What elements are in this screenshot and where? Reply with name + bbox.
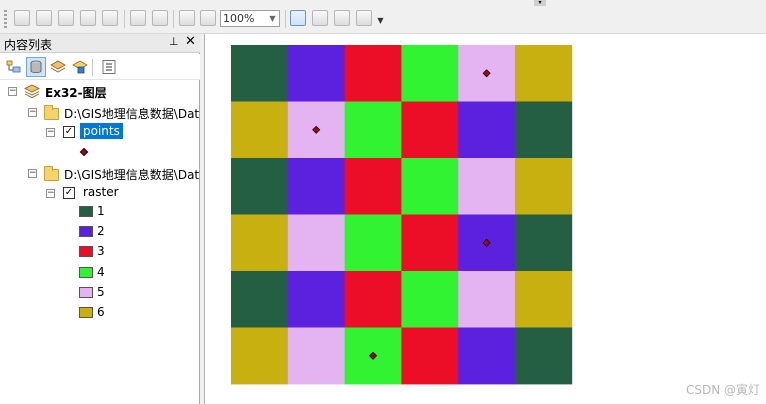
collapse-toggle-root[interactable]: − xyxy=(8,87,17,96)
collapse-toggle-points[interactable]: − xyxy=(46,128,55,137)
raster-cell-4-4 xyxy=(458,271,516,328)
zoom-percent-value: 100% xyxy=(223,12,255,25)
list-by-source-icon[interactable] xyxy=(26,57,46,77)
raster-cell-5-3 xyxy=(401,327,459,385)
toolbar-scroll-arrow[interactable]: ▾ xyxy=(534,0,546,6)
folder-icon xyxy=(44,105,59,120)
raster-cell-2-2 xyxy=(344,158,402,215)
forward-extent-icon[interactable] xyxy=(198,8,218,28)
raster-visibility-checkbox[interactable]: ✓ xyxy=(63,187,75,199)
raster-cell-0-5 xyxy=(515,45,573,102)
collapse-toggle-folder-1[interactable]: − xyxy=(28,108,37,117)
layer-points-label[interactable]: points xyxy=(80,123,123,139)
raster-cell-2-3 xyxy=(401,158,459,215)
fixed-zoom-out-icon[interactable] xyxy=(150,8,170,28)
map-view[interactable]: CSDN @寅灯 xyxy=(204,34,766,404)
raster-cell-0-0 xyxy=(231,45,289,102)
data-frame-label[interactable]: Ex32-图层 xyxy=(45,84,107,101)
pan-icon[interactable] xyxy=(56,8,76,28)
chevron-down-icon[interactable]: ▼ xyxy=(266,11,279,26)
raster-cell-1-0 xyxy=(231,101,289,159)
raster-cell-4-2 xyxy=(344,271,402,328)
legend-value-3: 3 xyxy=(97,244,105,259)
fixed-zoom-in-icon[interactable] xyxy=(128,8,148,28)
focus-data-frame-icon[interactable] xyxy=(310,8,330,28)
legend-swatch-1[interactable] xyxy=(79,206,93,217)
raster-cell-3-3 xyxy=(401,214,459,272)
close-icon[interactable]: ✕ xyxy=(185,34,196,49)
raster-cell-0-1 xyxy=(287,45,345,102)
raster-cell-0-3 xyxy=(401,45,459,102)
list-by-selection-icon[interactable] xyxy=(70,57,90,77)
raster-cell-2-4 xyxy=(458,158,516,215)
pin-icon[interactable]: ⊥ xyxy=(169,35,179,48)
legend-value-6: 6 xyxy=(97,305,105,319)
raster-cell-5-0 xyxy=(231,327,289,385)
options-icon[interactable] xyxy=(99,57,119,77)
layers-icon xyxy=(24,84,40,98)
raster-cell-2-5 xyxy=(515,158,573,215)
toolbar-separator xyxy=(173,10,174,28)
legend-value-4: 4 xyxy=(97,264,105,279)
legend-value-1: 1 xyxy=(97,204,105,218)
fixed-zoom-icon[interactable] xyxy=(100,8,120,28)
raster-cell-2-1 xyxy=(287,158,345,215)
collapse-toggle-raster[interactable]: − xyxy=(46,189,55,198)
legend-value-2: 2 xyxy=(97,224,105,239)
back-extent-icon[interactable] xyxy=(177,8,197,28)
raster-cell-1-2 xyxy=(344,101,402,159)
toc-toolbar-separator xyxy=(92,59,93,76)
raster-cell-1-5 xyxy=(515,101,573,159)
watermark: CSDN @寅灯 xyxy=(685,383,760,397)
data-driven-pages-icon[interactable] xyxy=(354,8,374,28)
toc-header: 内容列表 ⊥ ✕ xyxy=(0,34,200,53)
full-extent-icon[interactable] xyxy=(78,8,98,28)
raster-cell-1-3 xyxy=(401,101,459,159)
collapse-toggle-folder-2[interactable]: − xyxy=(28,169,37,178)
list-by-drawing-order-icon[interactable] xyxy=(4,57,24,77)
raster-cell-5-1 xyxy=(287,327,345,385)
raster-cell-2-0 xyxy=(231,158,289,215)
points-visibility-checkbox[interactable]: ✓ xyxy=(63,126,75,138)
legend-swatch-2[interactable] xyxy=(79,226,93,238)
toggle-draft-mode-icon[interactable] xyxy=(288,8,308,28)
raster-cell-3-0 xyxy=(231,214,289,272)
toc-title: 内容列表 xyxy=(4,38,53,52)
toolbar-separator xyxy=(285,10,286,28)
raster-map xyxy=(231,45,573,385)
list-by-visibility-icon[interactable] xyxy=(48,57,68,77)
toc-toolbar xyxy=(0,54,200,80)
source-folder-1-label[interactable]: D:\GIS地理信息数据\Dat xyxy=(64,105,199,122)
raster-cell-3-5 xyxy=(515,214,573,272)
raster-cell-4-3 xyxy=(401,271,459,328)
raster-cell-3-1 xyxy=(287,214,345,272)
raster-cell-1-4 xyxy=(458,101,516,159)
raster-cell-4-5 xyxy=(515,271,573,328)
layout-toolbar: ▾ 100% ▼ ▼ xyxy=(0,0,766,34)
legend-swatch-6[interactable] xyxy=(79,307,93,318)
point-symbol-icon xyxy=(79,147,89,157)
legend-swatch-3[interactable] xyxy=(79,246,93,258)
raster-cell-4-0 xyxy=(231,271,289,328)
source-folder-2-label[interactable]: D:\GIS地理信息数据\Dat xyxy=(64,166,199,183)
raster-cell-5-4 xyxy=(458,327,516,385)
toolbar-grip[interactable] xyxy=(4,10,7,28)
legend-value-5: 5 xyxy=(97,284,105,299)
zoom-in-fixed-icon[interactable] xyxy=(12,8,32,28)
raster-cell-4-1 xyxy=(287,271,345,328)
raster-cell-5-5 xyxy=(515,327,573,385)
zoom-out-fixed-icon[interactable] xyxy=(34,8,54,28)
change-layout-icon[interactable] xyxy=(332,8,352,28)
raster-cell-3-2 xyxy=(344,214,402,272)
folder-icon xyxy=(44,166,59,181)
raster-cell-0-2 xyxy=(344,45,402,102)
table-of-contents-panel: 内容列表 ⊥ ✕ − Ex32-图层 − D:\GIS地理信息数据\Dat − … xyxy=(0,34,200,404)
legend-swatch-4[interactable] xyxy=(79,266,93,278)
toolbar-overflow-icon[interactable]: ▼ xyxy=(376,16,385,30)
layer-raster-label[interactable]: raster xyxy=(83,185,119,199)
legend-swatch-5[interactable] xyxy=(79,286,93,298)
toolbar-separator xyxy=(124,10,125,28)
